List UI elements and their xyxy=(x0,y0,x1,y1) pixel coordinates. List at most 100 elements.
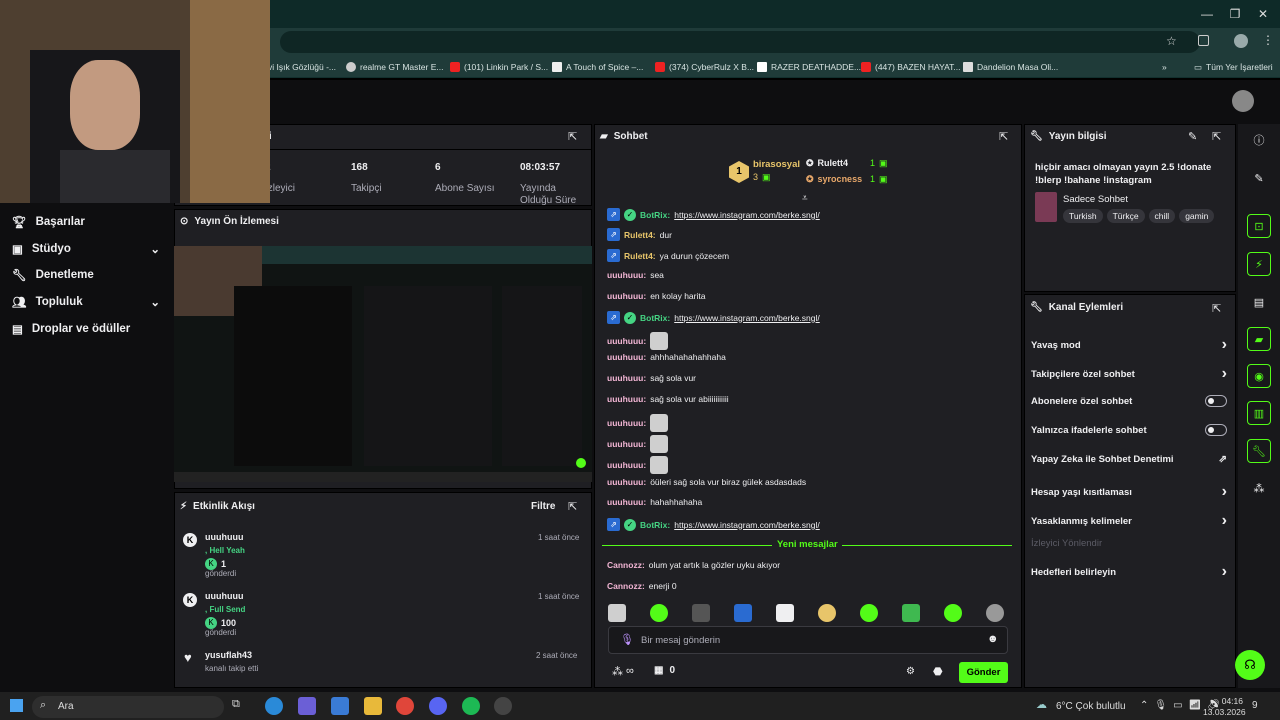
leader-third[interactable]: ✪ syrocness xyxy=(806,174,862,185)
emote-icon[interactable] xyxy=(776,604,794,622)
bookmark-item[interactable]: (374) CyberRulz X B... xyxy=(655,60,754,74)
bookmarks-more[interactable]: » xyxy=(1162,60,1167,74)
points-icon[interactable]: ⁂ xyxy=(1247,476,1271,500)
support-icon[interactable]: ☊ xyxy=(1235,650,1265,680)
chat-link[interactable]: https://www.instagram.com/berke.sngl/ xyxy=(674,313,820,323)
task-view-icon[interactable]: ⧉ xyxy=(232,698,240,711)
channel-action-item[interactable]: Yavaş mod › xyxy=(1031,336,1227,354)
sidebar-item-studio[interactable]: ▣ Stüdyo ⌄ xyxy=(12,240,160,258)
drops-button[interactable]: ▦ 0 xyxy=(654,665,675,676)
chat-username[interactable]: uuuhuuu: xyxy=(607,336,646,346)
popout-icon[interactable]: ⇱ xyxy=(999,130,1008,143)
chat-username[interactable]: BotRix: xyxy=(640,520,670,530)
chat-username[interactable]: Rulett4: xyxy=(624,230,656,240)
all-bookmarks[interactable]: ▭ Tüm Yer İşaretleri xyxy=(1194,60,1273,74)
stream-preview-video[interactable] xyxy=(174,246,592,482)
channel-action-item[interactable]: Abonelere özel sohbet xyxy=(1031,395,1227,407)
windows-start-icon[interactable] xyxy=(10,699,23,712)
category-thumbnail[interactable] xyxy=(1035,192,1057,222)
notes-icon[interactable]: ▤ xyxy=(1247,290,1271,314)
edge-icon[interactable] xyxy=(265,697,283,715)
emote-icon[interactable] xyxy=(608,604,626,622)
tag[interactable]: Türkçe xyxy=(1106,209,1145,223)
chat-username[interactable]: BotRix: xyxy=(640,313,670,323)
chat-username[interactable]: uuuhuuu: xyxy=(607,270,646,280)
folder-icon[interactable] xyxy=(364,697,382,715)
chat-username[interactable]: uuuhuuu: xyxy=(607,373,646,383)
collapse-icon[interactable]: ⩡ xyxy=(802,193,808,204)
chat-username[interactable]: uuuhuuu: xyxy=(607,439,646,449)
chat-username[interactable]: uuuhuuu: xyxy=(607,460,646,470)
extensions-icon[interactable] xyxy=(1198,35,1209,46)
mic-icon[interactable]: 🎙︎ xyxy=(620,633,634,646)
emote-icon[interactable] xyxy=(902,604,920,622)
bookmark-item[interactable]: (101) Linkin Park / S... xyxy=(450,60,548,74)
chat-username[interactable]: BotRix: xyxy=(640,210,670,220)
channel-action-item[interactable]: Hedefleri belirleyin › xyxy=(1031,563,1227,581)
sidebar-item-drops[interactable]: ▤ Droplar ve ödüller xyxy=(12,320,130,338)
clock-date[interactable]: 13.03.2026 xyxy=(1203,707,1246,717)
star-icon[interactable]: ☆ xyxy=(1166,34,1177,48)
channel-action-item[interactable]: Takipçilere özel sohbet › xyxy=(1031,365,1227,383)
discord-icon[interactable] xyxy=(429,697,447,715)
leader-first-user[interactable]: birasosyal xyxy=(753,159,800,170)
tag[interactable]: Turkish xyxy=(1063,209,1103,223)
channel-action-item[interactable]: Yasaklanmış kelimeler › xyxy=(1031,512,1227,530)
chat-username[interactable]: uuuhuuu: xyxy=(607,497,646,507)
tag[interactable]: chill xyxy=(1148,209,1176,223)
channel-action-item[interactable]: Hesap yaşı kısıtlaması › xyxy=(1031,483,1227,501)
weather-text[interactable]: 6°C Çok bulutlu xyxy=(1056,701,1126,712)
feed-user[interactable]: uuuhuuu xyxy=(205,532,243,542)
bookmark-item[interactable]: Dandelion Masa Oli... xyxy=(963,60,1058,74)
bookmark-item[interactable]: realme GT Master E... xyxy=(346,60,443,74)
copilot-icon[interactable] xyxy=(298,697,316,715)
edit-icon[interactable]: ✎ xyxy=(1188,130,1197,143)
send-button[interactable]: Gönder xyxy=(959,662,1008,683)
bookmark-item[interactable]: RAZER DEATHADDE... xyxy=(757,60,861,74)
chat-icon[interactable]: ▰ xyxy=(1247,327,1271,351)
feed-user[interactable]: yusuflah43 xyxy=(205,650,252,660)
address-bar[interactable] xyxy=(280,31,1200,53)
channel-action-item[interactable]: Yalnızca ifadelerle sohbet xyxy=(1031,424,1227,436)
wrench-icon[interactable]: 🔧︎ xyxy=(1247,439,1271,463)
chat-username[interactable]: Rulett4: xyxy=(624,251,656,261)
emote-icon[interactable] xyxy=(986,604,1004,622)
sidebar-item-moderation[interactable]: 🔧︎ Denetleme xyxy=(12,266,94,284)
popout-icon[interactable]: ⇱ xyxy=(568,130,577,143)
clip-icon[interactable]: ⊡ xyxy=(1247,214,1271,238)
chrome-icon[interactable] xyxy=(396,697,414,715)
category-name[interactable]: Sadece Sohbet xyxy=(1063,194,1128,205)
edit-icon[interactable]: ✎ xyxy=(1247,166,1271,190)
chat-username[interactable]: uuuhuuu: xyxy=(607,291,646,301)
chat-link[interactable]: https://www.instagram.com/berke.sngl/ xyxy=(674,210,820,220)
filter-button[interactable]: Filtre xyxy=(531,501,555,512)
broadcast-icon[interactable]: ◉ xyxy=(1247,364,1271,388)
chat-username[interactable]: uuuhuuu: xyxy=(607,477,646,487)
store-icon[interactable] xyxy=(331,697,349,715)
tag[interactable]: gamin xyxy=(1179,209,1215,223)
notification-count[interactable]: 9 xyxy=(1252,700,1258,711)
obs-icon[interactable] xyxy=(494,697,512,715)
chat-link[interactable]: https://www.instagram.com/berke.sngl/ xyxy=(674,520,820,530)
sticker-icon[interactable]: ⬣ xyxy=(933,665,943,678)
chat-username[interactable]: uuuhuuu: xyxy=(607,418,646,428)
emote-icon[interactable] xyxy=(692,604,710,622)
emote-icon[interactable] xyxy=(818,604,836,622)
toggle-switch[interactable] xyxy=(1205,424,1227,436)
popout-icon[interactable]: ⇱ xyxy=(1212,302,1221,315)
popout-icon[interactable]: ⇱ xyxy=(1212,130,1221,143)
points-button[interactable]: ⁂ ∞ xyxy=(612,665,634,678)
chat-username[interactable]: uuuhuuu: xyxy=(607,352,646,362)
popout-icon[interactable]: ⇱ xyxy=(568,500,577,513)
feed-user[interactable]: uuuhuuu xyxy=(205,591,243,601)
sidebar-item-community[interactable]: 👥︎ Topluluk ⌄ xyxy=(12,293,160,311)
sidebar-item-achievements[interactable]: 🏆︎ Başarılar xyxy=(12,213,85,231)
menu-icon[interactable]: ⋮ xyxy=(1262,33,1274,47)
chat-username[interactable]: uuuhuuu: xyxy=(607,394,646,404)
profile-icon[interactable] xyxy=(1234,34,1248,48)
layout-icon[interactable]: ▥ xyxy=(1247,401,1271,425)
bookmark-item[interactable]: A Touch of Spice –... xyxy=(552,60,643,74)
emote-icon[interactable] xyxy=(734,604,752,622)
leader-second[interactable]: ✪ Rulett4 xyxy=(806,158,848,169)
bolt-icon[interactable]: ⚡︎ xyxy=(1247,252,1271,276)
